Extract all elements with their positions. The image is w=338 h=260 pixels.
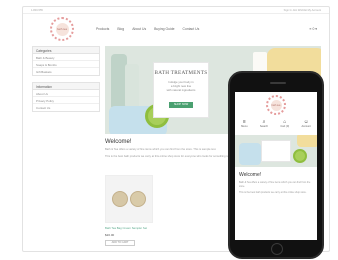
mobile-welcome-section: Welcome! Bath & Tea offers a variety of … xyxy=(239,172,313,198)
mobile-cart-button[interactable]: ⌂ Cart (0) xyxy=(280,119,289,128)
mobile-hero-card xyxy=(261,140,291,162)
product-image[interactable] xyxy=(105,175,153,223)
mobile-welcome-paragraph-1: Bath & Tea offers a variety of fine item… xyxy=(239,181,311,188)
mobile-welcome-title: Welcome! xyxy=(239,172,262,178)
sidebar-item-contact[interactable]: Contact Us xyxy=(33,104,99,111)
product-price: $20.00 xyxy=(105,233,115,237)
phone-speaker xyxy=(270,82,286,84)
product-tin-image xyxy=(130,191,146,207)
product-card[interactable]: Bath Tea Bag Cream Sampler Set $20.00 AD… xyxy=(105,175,153,246)
logo-text: bath tea xyxy=(55,22,69,36)
sidebar-item-privacy[interactable]: Privacy Policy xyxy=(33,97,99,104)
mobile-hero-lime-image xyxy=(293,149,307,163)
topbar-phone: 1-800-555 xyxy=(31,8,43,12)
top-utility-bar: 1-800-555 Sign In Join Wishlist My Accou… xyxy=(23,7,329,14)
mobile-logo[interactable]: bath tea xyxy=(266,95,286,115)
phone-home-button xyxy=(271,243,283,255)
information-heading: Information xyxy=(33,83,99,90)
menu-label: Menu xyxy=(241,125,248,128)
hero-shop-button[interactable]: SHOP NOW xyxy=(168,101,194,108)
mobile-search-button[interactable]: ⌕ Search xyxy=(260,119,268,128)
sidebar-item-bath-beauty[interactable]: Bath & Beauty xyxy=(33,54,99,61)
mobile-account-button[interactable]: ☺ Account xyxy=(301,119,310,128)
site-header: bath tea Products Blog About Us Buying G… xyxy=(23,14,329,44)
categories-box: Categories Bath & Beauty Soaps & Bombs G… xyxy=(32,46,100,76)
mockup-stage: 1-800-555 Sign In Join Wishlist My Accou… xyxy=(0,0,338,260)
cart-label: Cart (0) xyxy=(280,125,290,128)
nav-item-blog[interactable]: Blog xyxy=(117,27,124,31)
main-nav: Products Blog About Us Buying Guide Cont… xyxy=(96,27,199,31)
search-label: Search xyxy=(259,125,269,128)
topbar-account-links[interactable]: Sign In Join Wishlist My Account xyxy=(284,9,321,12)
hero-card: BATH TREATMENTS Indulge your body in a b… xyxy=(153,62,209,118)
mobile-icon-bar: ≡ Menu ⌕ Search ⌂ Cart (0) ☺ Account xyxy=(235,119,317,128)
sidebar-item-gift-baskets[interactable]: Gift Baskets xyxy=(33,68,99,75)
site-logo[interactable]: bath tea xyxy=(50,17,74,41)
account-label: Account xyxy=(301,125,311,128)
mobile-welcome-paragraph-2: This is the best bath products we carry … xyxy=(239,191,307,195)
mobile-menu-button[interactable]: ≡ Menu xyxy=(241,119,248,128)
categories-heading: Categories xyxy=(33,47,99,54)
mobile-hero-towel-image xyxy=(239,143,261,165)
nav-item-products[interactable]: Products xyxy=(96,27,109,31)
hero-title: BATH TREATMENTS xyxy=(154,70,208,76)
add-to-cart-button[interactable]: ADD TO CART xyxy=(105,240,135,246)
hero-line-3: with natural ingredients xyxy=(166,88,196,92)
nav-item-buying-guide[interactable]: Buying Guide xyxy=(154,27,174,31)
cart-button[interactable]: ≡ 0 ▾ xyxy=(310,27,317,31)
information-box: Information About Us Privacy Policy Cont… xyxy=(32,82,100,112)
sidebar-item-about-us[interactable]: About Us xyxy=(33,90,99,97)
phone-frame: bath tea ≡ Menu ⌕ Search ⌂ Cart (0) ☺ Ac… xyxy=(228,71,324,259)
hero-bottle-image xyxy=(125,64,139,108)
sidebar-item-soaps-bombs[interactable]: Soaps & Bombs xyxy=(33,61,99,68)
mobile-site-preview: bath tea ≡ Menu ⌕ Search ⌂ Cart (0) ☺ Ac… xyxy=(235,92,317,240)
mobile-logo-text: bath tea xyxy=(270,99,282,111)
nav-item-contact[interactable]: Contact Us xyxy=(183,27,200,31)
mobile-hero-banner xyxy=(235,135,317,167)
product-name[interactable]: Bath Tea Bag Cream Sampler Set xyxy=(105,226,153,230)
sidebar: Categories Bath & Beauty Soaps & Bombs G… xyxy=(32,46,100,118)
product-tin-image xyxy=(112,191,128,207)
nav-item-about[interactable]: About Us xyxy=(132,27,146,31)
mobile-hero-sponge-image xyxy=(297,135,317,147)
